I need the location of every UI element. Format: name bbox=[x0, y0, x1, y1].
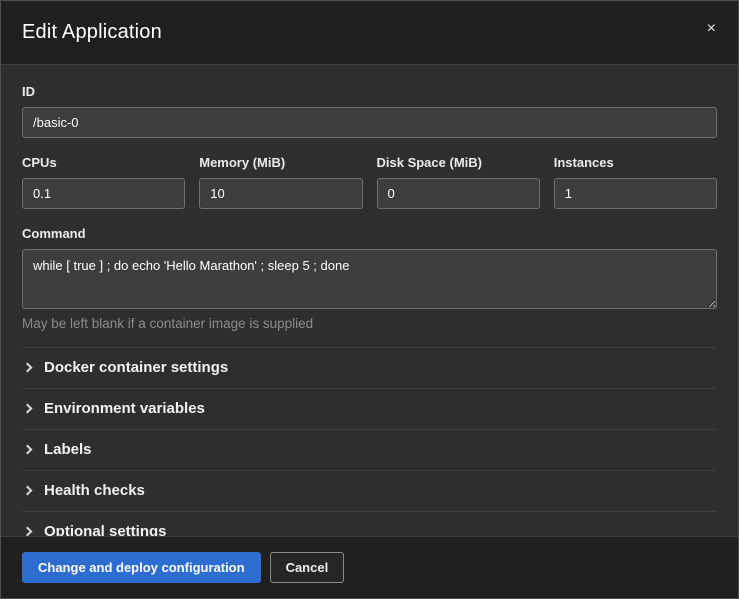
resources-row: CPUs Memory (MiB) Disk Space (MiB) Insta… bbox=[22, 138, 717, 209]
modal-title: Edit Application bbox=[22, 21, 162, 44]
cancel-button[interactable]: Cancel bbox=[270, 552, 345, 583]
section-label: Docker container settings bbox=[44, 359, 228, 376]
memory-label: Memory (MiB) bbox=[199, 155, 362, 170]
id-field-group: ID bbox=[22, 84, 717, 138]
change-and-deploy-button[interactable]: Change and deploy configuration bbox=[22, 552, 261, 583]
memory-field-group: Memory (MiB) bbox=[199, 138, 362, 209]
instances-field-group: Instances bbox=[554, 138, 717, 209]
chevron-right-icon bbox=[23, 445, 33, 455]
instances-label: Instances bbox=[554, 155, 717, 170]
section-optional-settings[interactable]: Optional settings bbox=[22, 512, 717, 536]
chevron-right-icon bbox=[23, 486, 33, 496]
section-label: Environment variables bbox=[44, 400, 205, 417]
edit-application-modal: Edit Application × ID CPUs Memory (MiB) … bbox=[0, 0, 739, 599]
cpus-input[interactable] bbox=[22, 178, 185, 209]
modal-footer: Change and deploy configuration Cancel bbox=[1, 536, 738, 598]
modal-header: Edit Application × bbox=[1, 1, 738, 65]
section-environment-variables[interactable]: Environment variables bbox=[22, 389, 717, 430]
chevron-right-icon bbox=[23, 404, 33, 414]
disk-input[interactable] bbox=[377, 178, 540, 209]
command-input[interactable]: while [ true ] ; do echo 'Hello Marathon… bbox=[22, 249, 717, 309]
id-input[interactable] bbox=[22, 107, 717, 138]
memory-input[interactable] bbox=[199, 178, 362, 209]
collapsible-sections: Docker container settings Environment va… bbox=[22, 347, 717, 536]
disk-label: Disk Space (MiB) bbox=[377, 155, 540, 170]
command-help-text: May be left blank if a container image i… bbox=[22, 316, 717, 331]
section-health-checks[interactable]: Health checks bbox=[22, 471, 717, 512]
section-label: Labels bbox=[44, 441, 92, 458]
section-labels[interactable]: Labels bbox=[22, 430, 717, 471]
modal-body: ID CPUs Memory (MiB) Disk Space (MiB) In… bbox=[1, 65, 738, 536]
section-label: Health checks bbox=[44, 482, 145, 499]
command-label: Command bbox=[22, 226, 717, 241]
chevron-right-icon bbox=[23, 363, 33, 373]
instances-input[interactable] bbox=[554, 178, 717, 209]
section-label: Optional settings bbox=[44, 523, 167, 536]
cpus-label: CPUs bbox=[22, 155, 185, 170]
command-field-group: Command while [ true ] ; do echo 'Hello … bbox=[22, 226, 717, 331]
cpus-field-group: CPUs bbox=[22, 138, 185, 209]
close-icon[interactable]: × bbox=[703, 19, 720, 39]
section-docker-container-settings[interactable]: Docker container settings bbox=[22, 348, 717, 389]
chevron-right-icon bbox=[23, 527, 33, 536]
disk-field-group: Disk Space (MiB) bbox=[377, 138, 540, 209]
id-label: ID bbox=[22, 84, 717, 99]
